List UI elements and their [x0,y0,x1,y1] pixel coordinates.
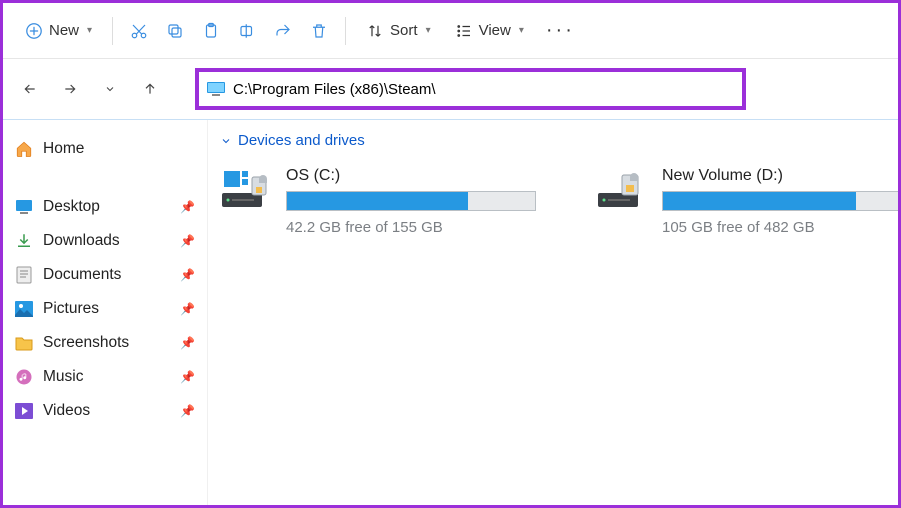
drive-icon [596,167,652,211]
more-button[interactable]: ··· [538,19,583,42]
copy-button[interactable] [159,15,191,47]
up-button[interactable] [135,74,165,104]
nav-row [3,59,898,119]
drive-icon [220,167,276,211]
chevron-down-icon: ▾ [519,25,524,36]
group-header[interactable]: Devices and drives [220,132,898,149]
separator [112,17,113,45]
address-input[interactable] [233,81,734,98]
folder-icon [15,334,33,352]
drive-name: New Volume (D:) [662,167,898,185]
pc-icon [207,82,225,96]
view-icon [455,22,473,40]
pin-icon: 📌 [180,404,195,418]
sidebar-item-label: Desktop [43,198,100,216]
sidebar-item-desktop[interactable]: Desktop 📌 [9,190,201,224]
drive-name: OS (C:) [286,167,536,185]
sidebar-item-documents[interactable]: Documents 📌 [9,258,201,292]
content-area: Devices and drives [208,120,898,505]
drive-free-label: 105 GB free of 482 GB [662,219,898,236]
sidebar-item-downloads[interactable]: Downloads 📌 [9,224,201,258]
delete-button[interactable] [303,15,335,47]
sidebar-item-pictures[interactable]: Pictures 📌 [9,292,201,326]
videos-icon [15,402,33,420]
sidebar-item-label: Music [43,368,83,386]
sidebar-item-label: Videos [43,402,90,420]
drive-item[interactable]: OS (C:) 42.2 GB free of 155 GB [220,167,536,236]
music-icon [15,368,33,386]
drive-free-label: 42.2 GB free of 155 GB [286,219,536,236]
downloads-icon [15,232,33,250]
separator [345,17,346,45]
sidebar-item-label: Documents [43,266,121,284]
drives-list: OS (C:) 42.2 GB free of 155 GB [220,167,898,236]
view-button-label: View [479,22,511,39]
group-header-label: Devices and drives [238,132,365,149]
pin-icon: 📌 [180,336,195,350]
drive-usage-bar [662,191,898,211]
sidebar-item-videos[interactable]: Videos 📌 [9,394,201,428]
sidebar-item-screenshots[interactable]: Screenshots 📌 [9,326,201,360]
sidebar-item-label: Screenshots [43,334,129,352]
sort-button-label: Sort [390,22,418,39]
drive-body: OS (C:) 42.2 GB free of 155 GB [286,167,536,236]
sort-icon [366,22,384,40]
sidebar-item-home[interactable]: Home [9,132,201,166]
pin-icon: 📌 [180,302,195,316]
pin-icon: 📌 [180,370,195,384]
chevron-down-icon: ▾ [87,25,92,36]
pictures-icon [15,300,33,318]
pin-icon: 📌 [180,200,195,214]
rename-button[interactable] [231,15,263,47]
sidebar-item-label: Downloads [43,232,120,250]
cut-button[interactable] [123,15,155,47]
sort-button[interactable]: Sort ▾ [356,16,441,46]
sidebar-item-label: Pictures [43,300,99,318]
drive-item[interactable]: New Volume (D:) 105 GB free of 482 GB [596,167,898,236]
pin-icon: 📌 [180,268,195,282]
paste-button[interactable] [195,15,227,47]
pin-icon: 📌 [180,234,195,248]
back-button[interactable] [15,74,45,104]
drive-usage-bar [286,191,536,211]
new-button[interactable]: New ▾ [15,16,102,46]
share-button[interactable] [267,15,299,47]
toolbar: New ▾ Sort ▾ View ▾ ··· [3,3,898,59]
body: Home Desktop 📌 Downloads 📌 Documents 📌 P… [3,119,898,505]
address-bar[interactable] [195,68,746,110]
sidebar-item-label: Home [43,140,84,158]
new-button-label: New [49,22,79,39]
desktop-icon [15,198,33,216]
documents-icon [15,266,33,284]
recent-button[interactable] [95,74,125,104]
view-button[interactable]: View ▾ [445,16,534,46]
drive-body: New Volume (D:) 105 GB free of 482 GB [662,167,898,236]
sidebar: Home Desktop 📌 Downloads 📌 Documents 📌 P… [3,120,208,505]
home-icon [15,140,33,158]
chevron-down-icon [220,135,232,147]
forward-button[interactable] [55,74,85,104]
chevron-down-icon: ▾ [426,25,431,36]
sidebar-item-music[interactable]: Music 📌 [9,360,201,394]
plus-circle-icon [25,22,43,40]
